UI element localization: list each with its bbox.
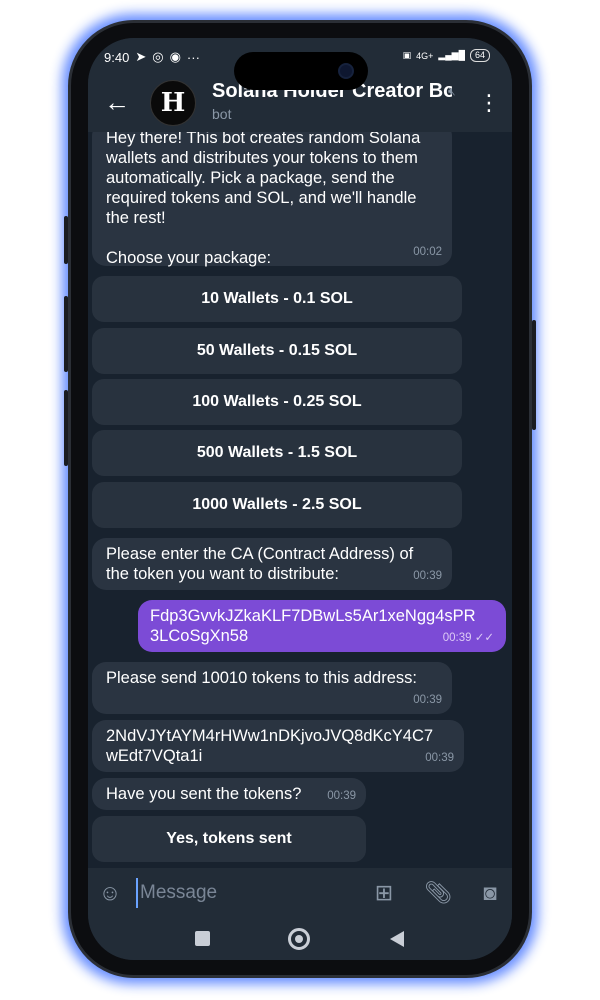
package-button-100[interactable]: 100 Wallets - 0.25 SOL [92,379,462,425]
message-enter-ca: Please enter the CA (Contract Address) o… [92,538,452,590]
arrow-left-icon[interactable]: ← [100,87,134,121]
message-welcome: Hey there! This bot creates random Solan… [92,132,452,267]
package-button-500[interactable]: 500 Wallets - 1.5 SOL [92,430,462,476]
battery-icon: 64 [469,49,490,62]
triangle-back-icon [390,931,404,947]
phone-screen: 9:40 ➤ ◎ ◉ ··· ▣ 4G+ ▂▄▆█ 64 ← H Solana … [88,38,512,960]
vertical-dots-icon[interactable]: ⋮ [478,90,500,116]
dynamic-island [234,52,368,90]
message-text: 2NdVJYtAYM4rHWw1nDKjvoJVQ8dKcY4C7 wEdt7V… [106,727,434,765]
square-icon [195,931,210,946]
message-have-you-sent: Have you sent the tokens? 00:39 [92,778,366,810]
message-time: 00:39 [425,752,454,764]
message-contract-address: Fdp3GvvkJZkaKLF7DBwLs5Ar1xeNgg4sPR 3LCoS… [138,600,506,652]
more-dots-icon: ··· [186,49,200,65]
package-button-50[interactable]: 50 Wallets - 0.15 SOL [92,328,462,374]
double-check-icon: ✓✓ [474,632,494,644]
phone-side-button-left-2 [64,296,68,372]
package-button-10[interactable]: 10 Wallets - 0.1 SOL [92,276,462,322]
volte-icon: ▣ [402,50,412,60]
phone-side-button-left-1 [64,216,68,264]
message-text: Hey there! This bot creates random Solan… [106,132,421,267]
message-deposit-address: 2NdVJYtAYM4rHWw1nDKjvoJVQ8dKcY4C7 wEdt7V… [92,720,464,772]
message-input-bar: ☺ ⊞ 📎︎ ◙ [88,868,512,918]
message-text: Have you sent the tokens? [106,785,302,803]
back-button[interactable] [384,926,410,952]
home-button[interactable] [286,926,312,952]
message-send-tokens: Please send 10010 tokens to this address… [92,662,452,714]
message-time: 00:39 [413,694,442,706]
yes-tokens-sent-button[interactable]: Yes, tokens sent [92,816,366,862]
mute-icon: 🔇︎ [448,84,456,98]
paperclip-icon[interactable]: 📎︎ [424,880,452,908]
chat-subtitle: bot [212,106,232,122]
status-time: 9:40 [104,49,130,65]
chat-area[interactable]: Hey there! This bot creates random Solan… [88,132,512,868]
send-icon: ➤ [135,49,147,64]
phone-side-button-right [532,320,536,430]
message-text: Please enter the CA (Contract Address) o… [106,545,414,583]
phone-side-button-left-3 [64,390,68,466]
smile-icon[interactable]: ☺ [96,880,124,908]
messenger-icon: ◉ [169,49,181,64]
camera-icon[interactable]: ◙ [476,880,504,908]
front-camera [338,63,354,79]
message-text: Please send 10010 tokens to this address… [106,669,417,687]
message-time: 00:39 [327,790,356,802]
message-time: 00:39 [413,570,442,582]
message-time: 00:39 ✓✓ [442,632,494,644]
signal-icon: ▂▄▆█ [438,50,465,60]
message-time: 00:02 [413,246,442,258]
grid-icon[interactable]: ⊞ [370,880,398,908]
recents-button[interactable] [190,926,216,952]
circle-icon [288,928,310,950]
message-input[interactable] [136,878,356,908]
system-nav-bar [88,918,512,960]
package-button-1000[interactable]: 1000 Wallets - 2.5 SOL [92,482,462,528]
network-label: 4G+ [416,50,434,61]
avatar[interactable]: H [150,80,196,126]
whatsapp-icon: ◎ [152,49,164,64]
